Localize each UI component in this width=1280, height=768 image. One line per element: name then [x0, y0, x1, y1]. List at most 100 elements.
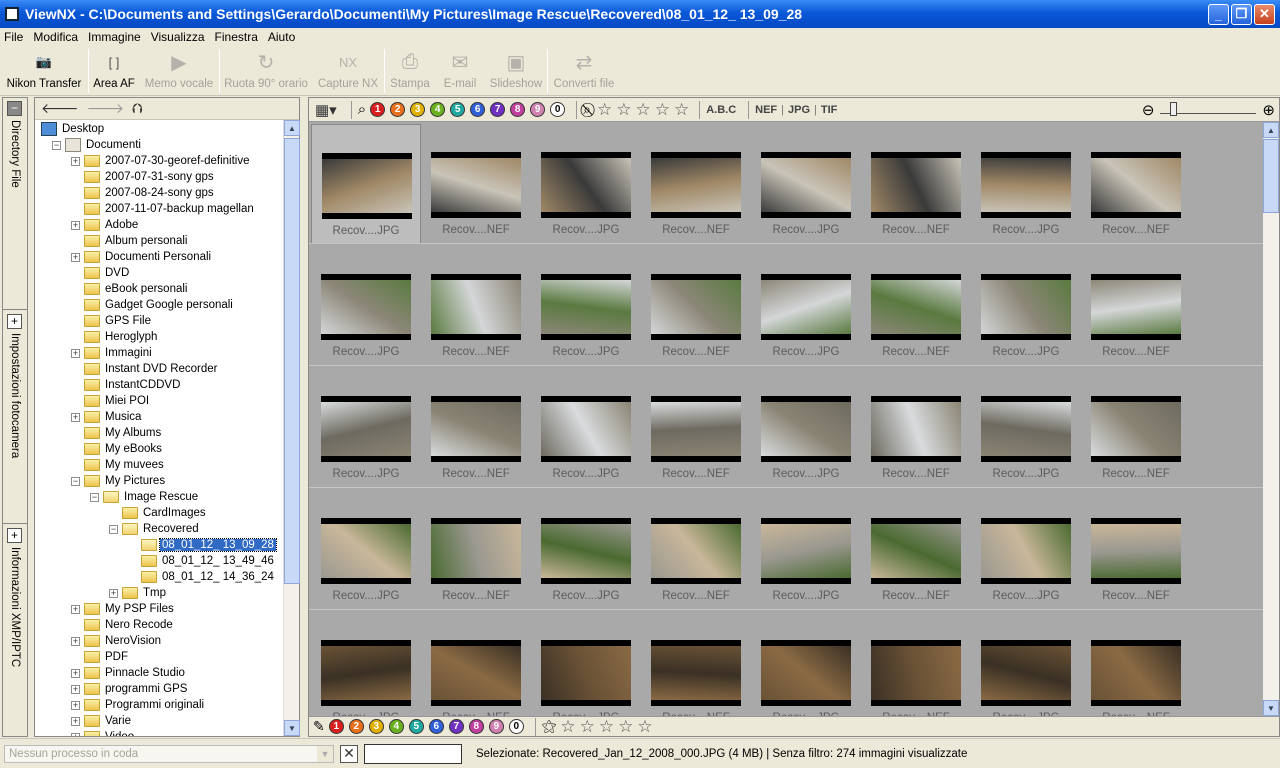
sort-abc-button[interactable]: A.B.C	[706, 104, 736, 116]
dropdown-icon[interactable]: ▼	[317, 745, 333, 762]
thumbnail[interactable]: Recov....JPG	[531, 612, 641, 716]
expand-icon[interactable]: +	[71, 156, 80, 166]
label-3-button[interactable]: 3	[368, 719, 384, 734]
thumbnail-image[interactable]	[1091, 518, 1181, 584]
tree-item[interactable]: My eBooks	[71, 441, 164, 457]
thumbnail[interactable]: Recov....JPG	[751, 612, 861, 716]
menu-file[interactable]: File	[4, 30, 23, 44]
tree-item[interactable]: − Recovered	[109, 521, 201, 537]
tree-item[interactable]: 2007-08-24-sony gps	[71, 185, 216, 201]
zoom-slider[interactable]: ⊖ ⊕	[1142, 101, 1275, 119]
thumbnail-image[interactable]	[871, 152, 961, 218]
tree-item[interactable]: 2007-07-31-sony gps	[71, 169, 216, 185]
expand-icon[interactable]: +	[71, 220, 80, 230]
collapse-icon[interactable]: −	[71, 476, 80, 486]
thumbnail-image[interactable]	[1091, 274, 1181, 340]
tree-item[interactable]: + Musica	[71, 409, 143, 425]
label-4-button[interactable]: 4	[430, 102, 446, 117]
tree-item[interactable]: CardImages	[109, 505, 208, 521]
scroll-up-icon[interactable]: ▲	[1263, 122, 1279, 138]
tree-item[interactable]: Heroglyph	[71, 329, 159, 345]
expand-icon[interactable]: +	[71, 636, 80, 646]
tab-directory-file[interactable]: − Directory File	[3, 98, 27, 310]
expand-icon[interactable]: +	[71, 348, 80, 358]
thumbnail[interactable]: Recov....JPG	[311, 246, 421, 366]
tree-item[interactable]: + My PSP Files	[71, 601, 176, 617]
label-0-button[interactable]: 0	[508, 719, 524, 734]
thumbnail[interactable]: Recov....JPG	[311, 612, 421, 716]
tree-item[interactable]: My muvees	[71, 457, 166, 473]
thumbnail-image[interactable]	[322, 153, 412, 219]
thumbnail-image[interactable]	[1091, 640, 1181, 706]
label-6-button[interactable]: 6	[428, 719, 444, 734]
rating-star-2-icon[interactable]: ☆	[580, 718, 595, 735]
set-rating-icon[interactable]: ⚝	[542, 718, 557, 735]
thumbnail-image[interactable]	[761, 274, 851, 340]
thumbnail-image[interactable]	[541, 518, 631, 584]
tree-item[interactable]: + NeroVision	[71, 633, 163, 649]
thumbnail[interactable]: Recov....NEF	[641, 368, 751, 488]
thumbnail-image[interactable]	[651, 274, 741, 340]
scroll-thumb[interactable]	[1263, 139, 1279, 213]
scroll-up-icon[interactable]: ▲	[284, 120, 300, 136]
thumbnail-image[interactable]	[431, 518, 521, 584]
slideshow-button[interactable]: ▣ Slideshow	[485, 46, 547, 94]
rating-star-3-icon[interactable]: ☆	[599, 718, 614, 735]
label-filter-icon[interactable]: ⌕	[358, 101, 366, 118]
tree-item[interactable]: My Albums	[71, 425, 163, 441]
thumbnail-image[interactable]	[761, 518, 851, 584]
label-1-button[interactable]: 1	[328, 719, 344, 734]
camera-button[interactable]: 📷 Nikon Transfer	[0, 46, 88, 94]
cancel-process-button[interactable]: ✕	[340, 744, 358, 763]
minimize-button[interactable]: _	[1208, 3, 1229, 25]
thumbnail[interactable]: Recov....JPG	[971, 490, 1081, 610]
zoom-thumb[interactable]	[1170, 101, 1178, 116]
edit-label-icon[interactable]: ✎	[313, 718, 325, 735]
grid-scrollbar[interactable]: ▲ ▼	[1263, 122, 1279, 716]
thumbnail[interactable]: Recov....JPG	[751, 368, 861, 488]
grid-view-icon[interactable]: ▦▾	[315, 101, 337, 119]
label-5-button[interactable]: 5	[450, 102, 466, 117]
expand-icon[interactable]: +	[71, 732, 80, 736]
rating-filter-icon[interactable]: ⌕⃠	[583, 101, 591, 118]
thumbnail-image[interactable]	[651, 518, 741, 584]
star-2-icon[interactable]: ☆	[616, 101, 631, 118]
thumbnail[interactable]: Recov....NEF	[1081, 368, 1191, 488]
tree-item[interactable]: Miei POI	[71, 393, 151, 409]
thumbnail-image[interactable]	[321, 640, 411, 706]
expand-icon[interactable]: +	[7, 528, 22, 543]
thumbnail[interactable]: Recov....NEF	[861, 612, 971, 716]
thumbnail-image[interactable]	[981, 274, 1071, 340]
thumbnail[interactable]: Recov....NEF	[861, 490, 971, 610]
thumbnail[interactable]: Recov....NEF	[861, 124, 971, 244]
collapse-icon[interactable]: −	[90, 492, 99, 502]
tree-item[interactable]: + programmi GPS	[71, 681, 189, 697]
thumbnail[interactable]: Recov....NEF	[641, 612, 751, 716]
rating-star-4-icon[interactable]: ☆	[618, 718, 633, 735]
thumbnail-image[interactable]	[431, 274, 521, 340]
thumbnail[interactable]: Recov....JPG	[971, 612, 1081, 716]
tree-item[interactable]: DVD	[71, 265, 131, 281]
star-4-icon[interactable]: ☆	[655, 101, 670, 118]
rotate-button[interactable]: ↻ Ruota 90° orario	[220, 46, 312, 94]
collapse-icon[interactable]: −	[52, 140, 61, 150]
tree-item[interactable]: + Video	[71, 729, 136, 736]
thumbnail-image[interactable]	[431, 396, 521, 462]
label-3-button[interactable]: 3	[410, 102, 426, 117]
tree-item[interactable]: + Pinnacle Studio	[71, 665, 187, 681]
label-2-button[interactable]: 2	[348, 719, 364, 734]
thumbnail-image[interactable]	[871, 518, 961, 584]
thumbnail[interactable]: Recov....NEF	[1081, 124, 1191, 244]
expand-icon[interactable]: +	[109, 588, 118, 598]
tree-item[interactable]: + Adobe	[71, 217, 140, 233]
tree-item[interactable]: 2007-11-07-backup magellan	[71, 201, 256, 217]
thumbnail-image[interactable]	[651, 152, 741, 218]
thumbnail-image[interactable]	[541, 274, 631, 340]
tree-item[interactable]: Album personali	[71, 233, 189, 249]
label-9-button[interactable]: 9	[530, 102, 546, 117]
format-nef-button[interactable]: NEF	[755, 104, 777, 116]
label-4-button[interactable]: 4	[388, 719, 404, 734]
thumbnail[interactable]: Recov....NEF	[421, 612, 531, 716]
thumbnail[interactable]: Recov....NEF	[421, 490, 531, 610]
tree-item[interactable]: − My Pictures	[71, 473, 167, 489]
